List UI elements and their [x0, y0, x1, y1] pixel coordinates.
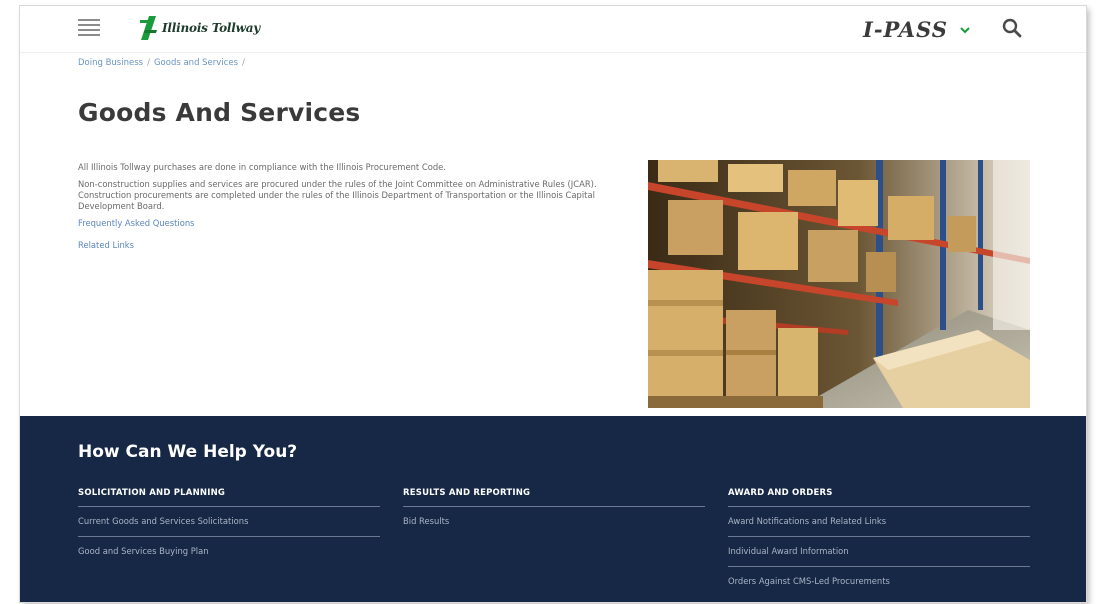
- page-title: Goods And Services: [78, 98, 361, 127]
- warehouse-image: [648, 160, 1030, 408]
- procurement-paragraph: Non-construction supplies and services a…: [78, 179, 597, 211]
- intro-content: All Illinois Tollway purchases are done …: [78, 162, 608, 262]
- solicitation-column: SOLICITATION AND PLANNING Current Goods …: [78, 488, 380, 566]
- link-current-solicitations[interactable]: Current Goods and Services Solicitations: [78, 507, 380, 537]
- breadcrumb-doing-business[interactable]: Doing Business: [78, 58, 143, 68]
- search-button[interactable]: [999, 15, 1025, 41]
- link-individual-award[interactable]: Individual Award Information: [728, 537, 1030, 567]
- logo-text: Illinois Tollway: [162, 21, 261, 35]
- chevron-down-icon: [960, 26, 970, 33]
- search-icon: [1002, 18, 1022, 38]
- link-award-notifications[interactable]: Award Notifications and Related Links: [728, 507, 1030, 537]
- tollway-logo-mark-icon: [140, 16, 157, 40]
- browser-page: Illinois Tollway I-PASS Doing Business /…: [20, 6, 1086, 602]
- ipass-dropdown[interactable]: I-PASS: [863, 14, 970, 44]
- link-cms-orders[interactable]: Orders Against CMS-Led Procurements: [728, 567, 1030, 596]
- faq-link[interactable]: Frequently Asked Questions: [78, 218, 608, 229]
- ipass-label: I-PASS: [863, 16, 948, 42]
- help-title: How Can We Help You?: [78, 442, 298, 462]
- tollway-logo[interactable]: Illinois Tollway: [140, 15, 260, 41]
- site-header: Illinois Tollway I-PASS: [20, 6, 1086, 53]
- link-buying-plan[interactable]: Good and Services Buying Plan: [78, 537, 380, 566]
- column-heading: RESULTS AND REPORTING: [403, 488, 705, 507]
- column-heading: SOLICITATION AND PLANNING: [78, 488, 380, 507]
- column-heading: AWARD AND ORDERS: [728, 488, 1030, 507]
- breadcrumb-separator: /: [147, 58, 150, 68]
- help-section: How Can We Help You? SOLICITATION AND PL…: [20, 416, 1086, 602]
- intro-paragraph: All Illinois Tollway purchases are done …: [78, 162, 446, 172]
- related-links-link[interactable]: Related Links: [78, 240, 608, 251]
- link-bid-results[interactable]: Bid Results: [403, 507, 705, 536]
- breadcrumb-separator: /: [242, 58, 245, 68]
- hamburger-menu-icon[interactable]: [78, 19, 100, 37]
- award-column: AWARD AND ORDERS Award Notifications and…: [728, 488, 1030, 596]
- breadcrumb-goods-and-services[interactable]: Goods and Services: [154, 58, 238, 68]
- breadcrumb: Doing Business / Goods and Services /: [78, 58, 245, 68]
- results-column: RESULTS AND REPORTING Bid Results: [403, 488, 705, 536]
